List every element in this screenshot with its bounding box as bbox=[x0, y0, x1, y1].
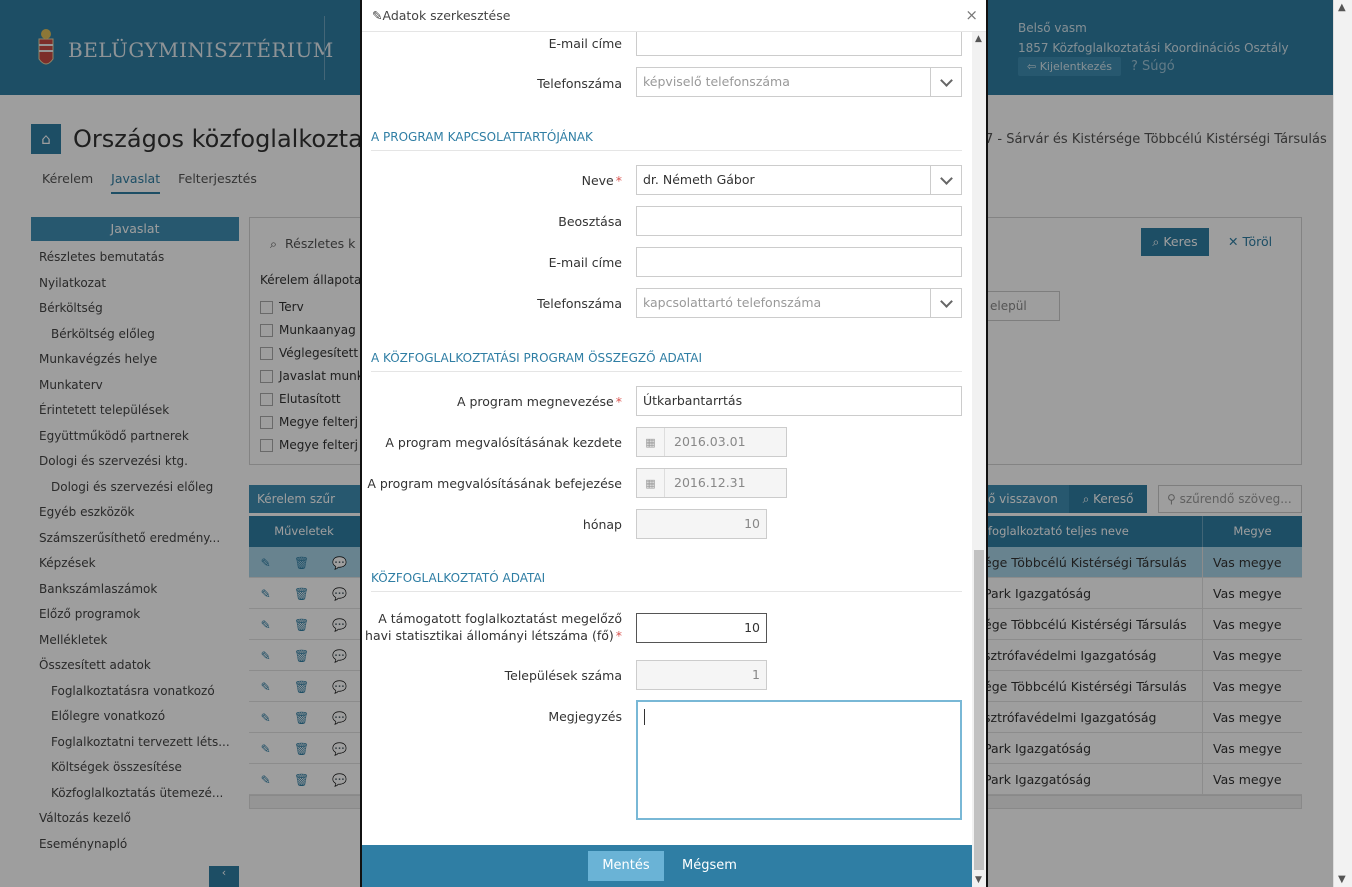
contact-name-value: dr. Németh Gábor bbox=[643, 172, 755, 187]
contact-name-label-text: Neve bbox=[581, 173, 614, 188]
calendar-icon[interactable]: ▦ bbox=[637, 469, 665, 497]
program-name-label: A program megnevezése * bbox=[457, 394, 622, 409]
months-field: 10 bbox=[636, 509, 767, 539]
modal-footer: Mentés Mégsem bbox=[362, 845, 972, 887]
contact-position-label: Beosztása bbox=[558, 214, 622, 229]
contact-phone-label: Telefonszáma bbox=[537, 296, 622, 311]
rep-email-label: E-mail címe bbox=[548, 36, 622, 51]
program-start-value: 2016.03.01 bbox=[674, 434, 746, 449]
note-textarea[interactable] bbox=[636, 700, 962, 820]
modal-title: ✎Adatok szerkesztése bbox=[372, 8, 510, 23]
contact-email-label: E-mail címe bbox=[548, 255, 622, 270]
section-summary-title: A KÖZFOGLALKOZTATÁSI PROGRAM ÖSSZEGZŐ AD… bbox=[371, 351, 962, 372]
required-marker: * bbox=[615, 173, 622, 188]
rep-email-input[interactable] bbox=[636, 32, 962, 56]
section-employer-title: KÖZFOGLALKOZTATÓ ADATAI bbox=[371, 571, 962, 592]
months-label: hónap bbox=[582, 517, 622, 532]
text-cursor bbox=[644, 709, 645, 725]
modal-scrollbar[interactable]: ▲ ▼ bbox=[972, 32, 986, 887]
headcount-label-line1: A támogatott foglalkoztatást megelőző bbox=[378, 611, 622, 626]
program-end-date[interactable]: ▦ 2016.12.31 bbox=[636, 468, 787, 498]
contact-name-label: Neve * bbox=[582, 173, 622, 188]
scroll-down-icon[interactable]: ▼ bbox=[975, 875, 982, 885]
edit-data-modal: ✎Adatok szerkesztése × E-mail címe Telef… bbox=[360, 0, 988, 887]
program-name-input[interactable]: Útkarbantarrtás bbox=[636, 386, 962, 416]
scroll-down-icon[interactable]: ▼ bbox=[1338, 874, 1346, 885]
headcount-label-line2-text: havi statisztikai állományi létszáma (fő… bbox=[365, 628, 614, 643]
headcount-input[interactable]: 10 bbox=[636, 613, 767, 643]
chevron-down-icon[interactable] bbox=[930, 68, 961, 96]
headcount-label: A támogatott foglalkoztatást megelőző ha… bbox=[365, 610, 622, 644]
cancel-button[interactable]: Mégsem bbox=[682, 851, 737, 881]
chevron-down-icon[interactable] bbox=[930, 166, 961, 194]
scroll-up-icon[interactable]: ▲ bbox=[975, 34, 982, 44]
section-contact-title: A PROGRAM KAPCSOLATTARTÓJÁNAK bbox=[371, 130, 962, 151]
headcount-label-line2: havi statisztikai állományi létszáma (fő… bbox=[365, 627, 622, 644]
program-start-label: A program megvalósításának kezdete bbox=[385, 435, 622, 450]
modal-body: E-mail címe Telefonszáma képviselő telef… bbox=[362, 32, 972, 845]
rep-phone-placeholder: képviselő telefonszáma bbox=[643, 74, 790, 89]
calendar-icon[interactable]: ▦ bbox=[637, 428, 665, 456]
scroll-up-icon[interactable]: ▲ bbox=[1338, 2, 1346, 13]
settlements-field: 1 bbox=[636, 660, 767, 690]
program-name-label-text: A program megnevezése bbox=[456, 394, 614, 409]
contact-email-input[interactable] bbox=[636, 247, 962, 277]
scrollbar-thumb[interactable] bbox=[974, 550, 984, 870]
modal-title-text: Adatok szerkesztése bbox=[382, 8, 511, 23]
chevron-down-icon[interactable] bbox=[930, 289, 961, 317]
rep-phone-label: Telefonszáma bbox=[537, 76, 622, 91]
contact-phone-placeholder: kapcsolattartó telefonszáma bbox=[643, 295, 822, 310]
program-end-value: 2016.12.31 bbox=[674, 475, 746, 490]
program-end-label: A program megvalósításának befejezése bbox=[367, 476, 622, 491]
settlements-label: Települések száma bbox=[504, 668, 622, 683]
close-icon[interactable]: × bbox=[965, 6, 978, 24]
required-marker: * bbox=[615, 628, 622, 643]
edit-icon: ✎ bbox=[372, 8, 383, 23]
note-label: Megjegyzés bbox=[548, 709, 622, 724]
contact-position-input[interactable] bbox=[636, 206, 962, 236]
save-button[interactable]: Mentés bbox=[588, 851, 664, 881]
required-marker: * bbox=[615, 394, 622, 409]
program-start-date[interactable]: ▦ 2016.03.01 bbox=[636, 427, 787, 457]
contact-name-select[interactable]: dr. Németh Gábor bbox=[636, 165, 962, 195]
rep-phone-select[interactable]: képviselő telefonszáma bbox=[636, 67, 962, 97]
contact-phone-select[interactable]: kapcsolattartó telefonszáma bbox=[636, 288, 962, 318]
modal-header: ✎Adatok szerkesztése × bbox=[362, 0, 986, 32]
page-scrollbar[interactable]: ▲ ▼ bbox=[1333, 0, 1352, 887]
